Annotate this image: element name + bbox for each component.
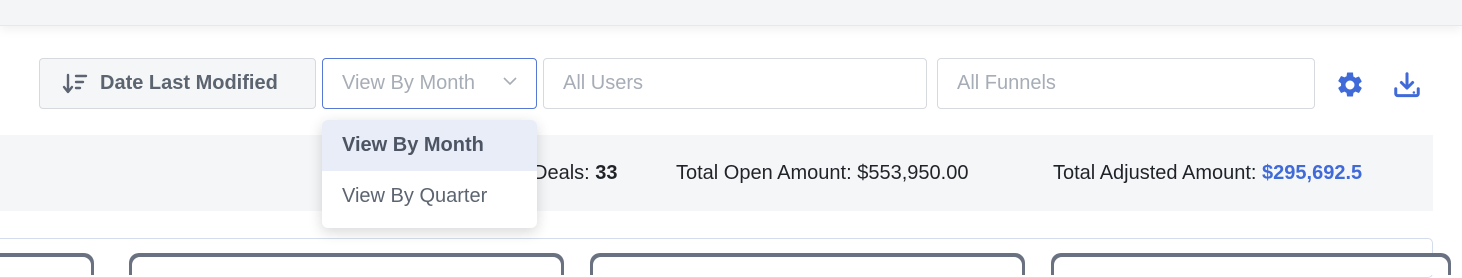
pipeline-column xyxy=(0,253,94,275)
pipeline-board xyxy=(0,238,1451,278)
sort-button[interactable]: Date Last Modified xyxy=(39,58,316,109)
total-open-amount-label: Total Open Amount: xyxy=(676,162,852,184)
funnels-filter-placeholder: All Funnels xyxy=(957,72,1056,94)
pipeline-column xyxy=(590,253,1025,275)
deals-count-label: Deals: xyxy=(533,162,590,184)
view-by-select-value: View By Month xyxy=(342,72,476,94)
total-adjusted-amount: Total Adjusted Amount: $295,692.5 xyxy=(1053,162,1362,185)
gear-icon xyxy=(1338,72,1362,97)
total-open-amount: Total Open Amount: $553,950.00 xyxy=(676,162,968,185)
view-by-dropdown-menu: View By Month View By Quarter xyxy=(322,120,537,228)
pipeline-column xyxy=(129,253,564,275)
filter-toolbar: Date Last Modified View By Month All Use… xyxy=(0,58,1462,110)
users-filter-input[interactable]: All Users xyxy=(543,58,927,109)
chevron-down-icon xyxy=(503,77,517,86)
deals-count: Deals: 33 xyxy=(533,162,618,185)
deals-summary-bar: Deals: 33 Total Open Amount: $553,950.00… xyxy=(0,135,1433,211)
settings-button[interactable] xyxy=(1335,70,1365,100)
total-open-amount-value: $553,950.00 xyxy=(857,162,969,184)
download-button[interactable] xyxy=(1392,70,1422,100)
sort-descending-icon xyxy=(62,73,88,93)
top-header-bar xyxy=(0,0,1462,26)
deals-count-value: 33 xyxy=(595,162,618,184)
view-by-select[interactable]: View By Month xyxy=(322,58,537,109)
total-adjusted-amount-label: Total Adjusted Amount: xyxy=(1053,162,1257,184)
sort-button-label: Date Last Modified xyxy=(100,72,278,94)
view-option-quarter[interactable]: View By Quarter xyxy=(322,171,537,222)
funnels-filter-input[interactable]: All Funnels xyxy=(937,58,1315,109)
download-icon xyxy=(1394,72,1420,98)
view-option-month[interactable]: View By Month xyxy=(322,120,537,171)
users-filter-placeholder: All Users xyxy=(563,72,644,94)
total-adjusted-amount-value: $295,692.5 xyxy=(1262,162,1363,184)
pipeline-column xyxy=(1051,253,1451,275)
